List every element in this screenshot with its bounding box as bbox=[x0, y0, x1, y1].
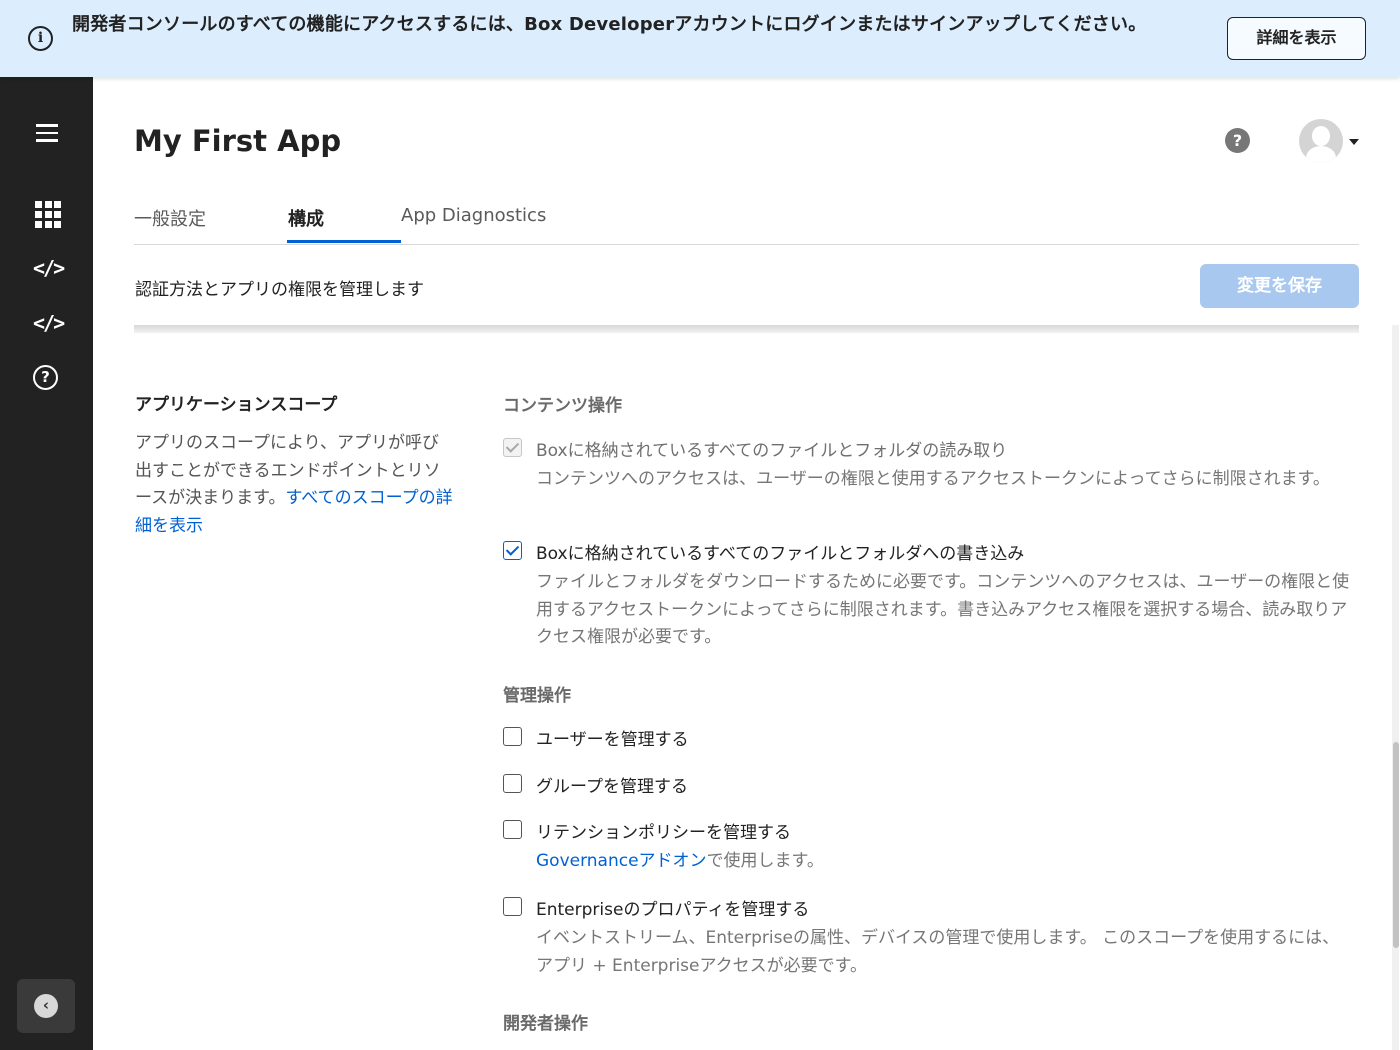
checkbox-read-all-files bbox=[503, 438, 522, 457]
caret-down-icon[interactable] bbox=[1349, 139, 1359, 145]
option-description: Governanceアドオンで使用します。 bbox=[536, 848, 1356, 876]
group-title-content-ops: コンテンツ操作 bbox=[503, 396, 622, 416]
tab-app-diagnostics[interactable]: App Diagnostics bbox=[401, 205, 546, 226]
active-tab-indicator bbox=[287, 240, 401, 243]
code-icon[interactable]: </> bbox=[33, 311, 65, 339]
option-label[interactable]: ユーザーを管理する bbox=[536, 725, 689, 750]
option-label[interactable]: リテンションポリシーを管理する bbox=[536, 818, 791, 843]
group-title-admin-ops: 管理操作 bbox=[503, 686, 571, 706]
section-description: アプリのスコープにより、アプリが呼び出すことができるエンドポイントとリソースが決… bbox=[135, 430, 455, 540]
help-circle-icon[interactable]: ? bbox=[33, 365, 58, 390]
option-label: Boxに格納されているすべてのファイルとフォルダの読み取り bbox=[536, 441, 1008, 461]
tab-configuration[interactable]: 構成 bbox=[288, 205, 324, 231]
option-label[interactable]: Enterpriseのプロパティを管理する bbox=[536, 895, 809, 920]
option-label[interactable]: グループを管理する bbox=[536, 772, 688, 797]
menu-icon[interactable] bbox=[33, 124, 61, 152]
option-description: ファイルとフォルダをダウンロードするために必要です。コンテンツへのアクセスは、ユ… bbox=[536, 572, 1350, 647]
checkbox-manage-users[interactable] bbox=[503, 727, 522, 746]
collapse-sidebar-button[interactable]: ‹ bbox=[17, 979, 75, 1033]
governance-addon-link[interactable]: Governanceアドオン bbox=[536, 851, 707, 871]
checkbox-manage-groups[interactable] bbox=[503, 774, 522, 793]
checkbox-write-all-files[interactable] bbox=[503, 541, 522, 560]
page-title: My First App bbox=[134, 124, 342, 158]
scrollbar-thumb[interactable] bbox=[1393, 742, 1399, 948]
save-changes-button[interactable]: 変更を保存 bbox=[1200, 264, 1359, 308]
notification-banner: i 開発者コンソールのすべての機能にアクセスするには、Box Developer… bbox=[0, 0, 1400, 77]
group-title-developer-ops: 開発者操作 bbox=[503, 1014, 588, 1034]
question-icon[interactable]: ? bbox=[1225, 128, 1250, 153]
user-avatar-icon[interactable] bbox=[1299, 119, 1343, 163]
option-label[interactable]: Boxに格納されているすべてのファイルとフォルダへの書き込み bbox=[536, 539, 1024, 564]
tab-bar: 一般設定 構成 App Diagnostics bbox=[134, 200, 1359, 245]
option-description-suffix: で使用します。 bbox=[706, 851, 824, 871]
chevron-left-icon: ‹ bbox=[34, 994, 58, 1018]
code-icon[interactable]: </> bbox=[33, 256, 65, 284]
option-description: コンテンツへのアクセスは、ユーザーの権限と使用するアクセストークンによってさらに… bbox=[536, 469, 1330, 489]
apps-grid-icon[interactable] bbox=[33, 201, 61, 229]
option-description: イベントストリーム、Enterpriseの属性、デバイスの管理で使用します。 こ… bbox=[536, 928, 1340, 976]
checkbox-manage-retention-policies[interactable] bbox=[503, 820, 522, 839]
banner-message: 開発者コンソールのすべての機能にアクセスするには、Box Developerアカ… bbox=[72, 14, 1147, 35]
show-details-button[interactable]: 詳細を表示 bbox=[1227, 17, 1366, 60]
sidebar: </> </> ? ‹ bbox=[0, 77, 93, 1050]
info-icon: i bbox=[28, 26, 53, 51]
checkbox-manage-enterprise-properties[interactable] bbox=[503, 897, 522, 916]
subheader-text: 認証方法とアプリの権限を管理します bbox=[135, 280, 424, 300]
section-title: アプリケーションスコープ bbox=[135, 395, 338, 415]
tab-general-settings[interactable]: 一般設定 bbox=[134, 205, 206, 231]
divider bbox=[134, 325, 1359, 333]
